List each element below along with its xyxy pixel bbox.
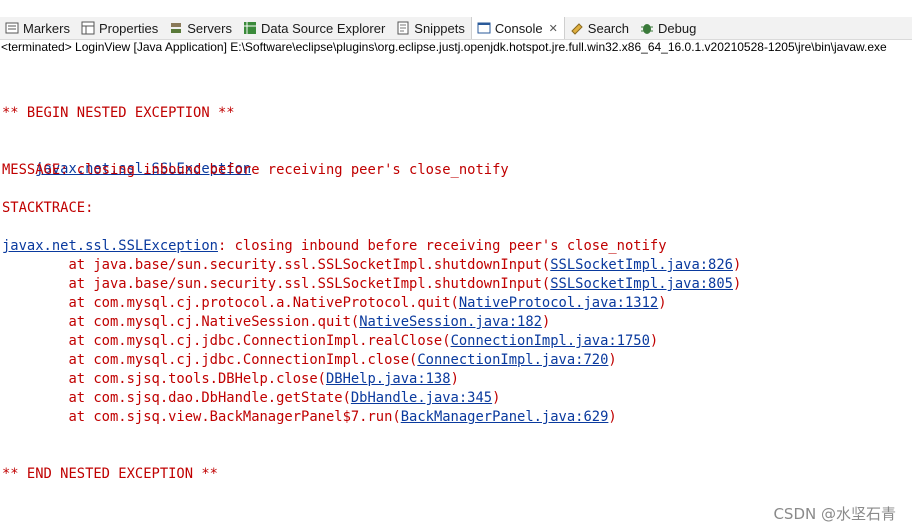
frame-text: at com.sjsq.dao.DbHandle.getState( [2,390,351,406]
frame-suffix: ) [732,276,742,292]
stack-frame: at com.sjsq.tools.DBHelp.close(DBHelp.ja… [2,370,459,388]
frame-suffix: ) [450,371,459,387]
tab-search[interactable]: Search [565,17,635,39]
source-link[interactable]: DBHelp.java:138 [326,371,451,387]
frame-suffix: ) [608,352,617,368]
close-icon[interactable]: ✕ [549,22,558,35]
tab-label: Debug [658,20,697,36]
tab-label: Search [587,20,629,36]
tab-markers[interactable]: Markers [0,17,76,39]
frame-suffix: ) [608,409,617,425]
tab-label: Console [494,20,543,36]
frame-suffix: ) [649,333,659,349]
frame-text: at com.sjsq.tools.DBHelp.close( [2,371,326,387]
stack-frame: at com.mysql.cj.protocol.a.NativeProtoco… [2,294,667,312]
source-link[interactable]: DbHandle.java:345 [351,390,492,406]
stack-frame: at com.mysql.cj.NativeSession.quit(Nativ… [2,313,550,331]
end-exception-line: ** END NESTED EXCEPTION ** [2,466,218,482]
message-line: MESSAGE: closing inbound before receivin… [2,162,509,178]
stack-frame: at java.base/sun.security.ssl.SSLSocketI… [2,275,741,293]
stacktrace-label: STACKTRACE: [2,200,94,216]
tab-data-source-explorer[interactable]: Data Source Explorer [238,17,391,39]
frame-suffix: ) [658,295,667,311]
snippets-icon [395,20,411,36]
tab-label: Snippets [414,20,465,36]
frame-text: at com.mysql.cj.jdbc.ConnectionImpl.clos… [2,352,418,368]
stack-frame: at com.mysql.cj.jdbc.ConnectionImpl.clos… [2,351,617,369]
source-link[interactable]: ConnectionImpl.java:720 [417,352,608,368]
search-icon [569,20,585,36]
frame-suffix: ) [541,314,551,330]
stack-frame: at com.mysql.cj.jdbc.ConnectionImpl.real… [2,332,658,350]
properties-icon [80,20,96,36]
frame-text: at com.mysql.cj.NativeSession.quit( [2,314,360,330]
frame-text: at com.mysql.cj.jdbc.ConnectionImpl.real… [2,333,451,349]
tab-label: Servers [187,20,232,36]
tab-console[interactable]: Console ✕ [470,17,565,39]
stack-frame: at java.base/sun.security.ssl.SSLSocketI… [2,256,741,274]
trace-head-line: javax.net.ssl.SSLException: closing inbo… [2,237,667,255]
tab-snippets[interactable]: Snippets [391,17,471,39]
tab-debug[interactable]: Debug [635,17,702,39]
watermark: CSDN @水坚石青 [773,505,896,523]
frame-text: at java.base/sun.security.ssl.SSLSocketI… [2,257,551,273]
data-source-icon [242,20,258,36]
frame-text: at com.mysql.cj.protocol.a.NativeProtoco… [2,295,459,311]
source-link[interactable]: SSLSocketImpl.java:805 [550,276,733,292]
frame-suffix: ) [732,257,742,273]
frame-suffix: ) [492,390,501,406]
source-link[interactable]: BackManagerPanel.java:629 [401,409,609,425]
trace-head-text: : closing inbound before receiving peer'… [217,238,667,254]
begin-exception-line: ** BEGIN NESTED EXCEPTION ** [2,105,235,121]
frame-text: at com.sjsq.view.BackManagerPanel$7.run( [2,409,401,425]
stack-frame: at com.sjsq.view.BackManagerPanel$7.run(… [2,408,617,426]
frame-text: at java.base/sun.security.ssl.SSLSocketI… [2,276,551,292]
tab-servers[interactable]: Servers [164,17,238,39]
tab-label: Properties [98,20,159,36]
servers-icon [168,20,184,36]
markers-icon [4,20,20,36]
trace-head-link[interactable]: javax.net.ssl.SSLException [2,238,218,254]
tab-properties[interactable]: Properties [76,17,164,39]
console-output[interactable]: ** BEGIN NESTED EXCEPTION ** javax.net.s… [0,60,912,532]
tab-label: Markers [23,20,70,36]
source-link[interactable]: SSLSocketImpl.java:826 [550,257,733,273]
source-link[interactable]: ConnectionImpl.java:1750 [451,333,650,349]
source-link[interactable]: NativeProtocol.java:1312 [459,295,658,311]
tab-label: Data Source Explorer [261,20,386,36]
console-status-line: <terminated> LoginView [Java Application… [1,40,887,54]
debug-icon [639,20,655,36]
view-tab-bar: Markers Properties Servers Data Source E… [0,17,912,40]
stack-frame: at com.sjsq.dao.DbHandle.getState(DbHand… [2,389,500,407]
console-icon [476,20,492,36]
source-link[interactable]: NativeSession.java:182 [359,314,542,330]
